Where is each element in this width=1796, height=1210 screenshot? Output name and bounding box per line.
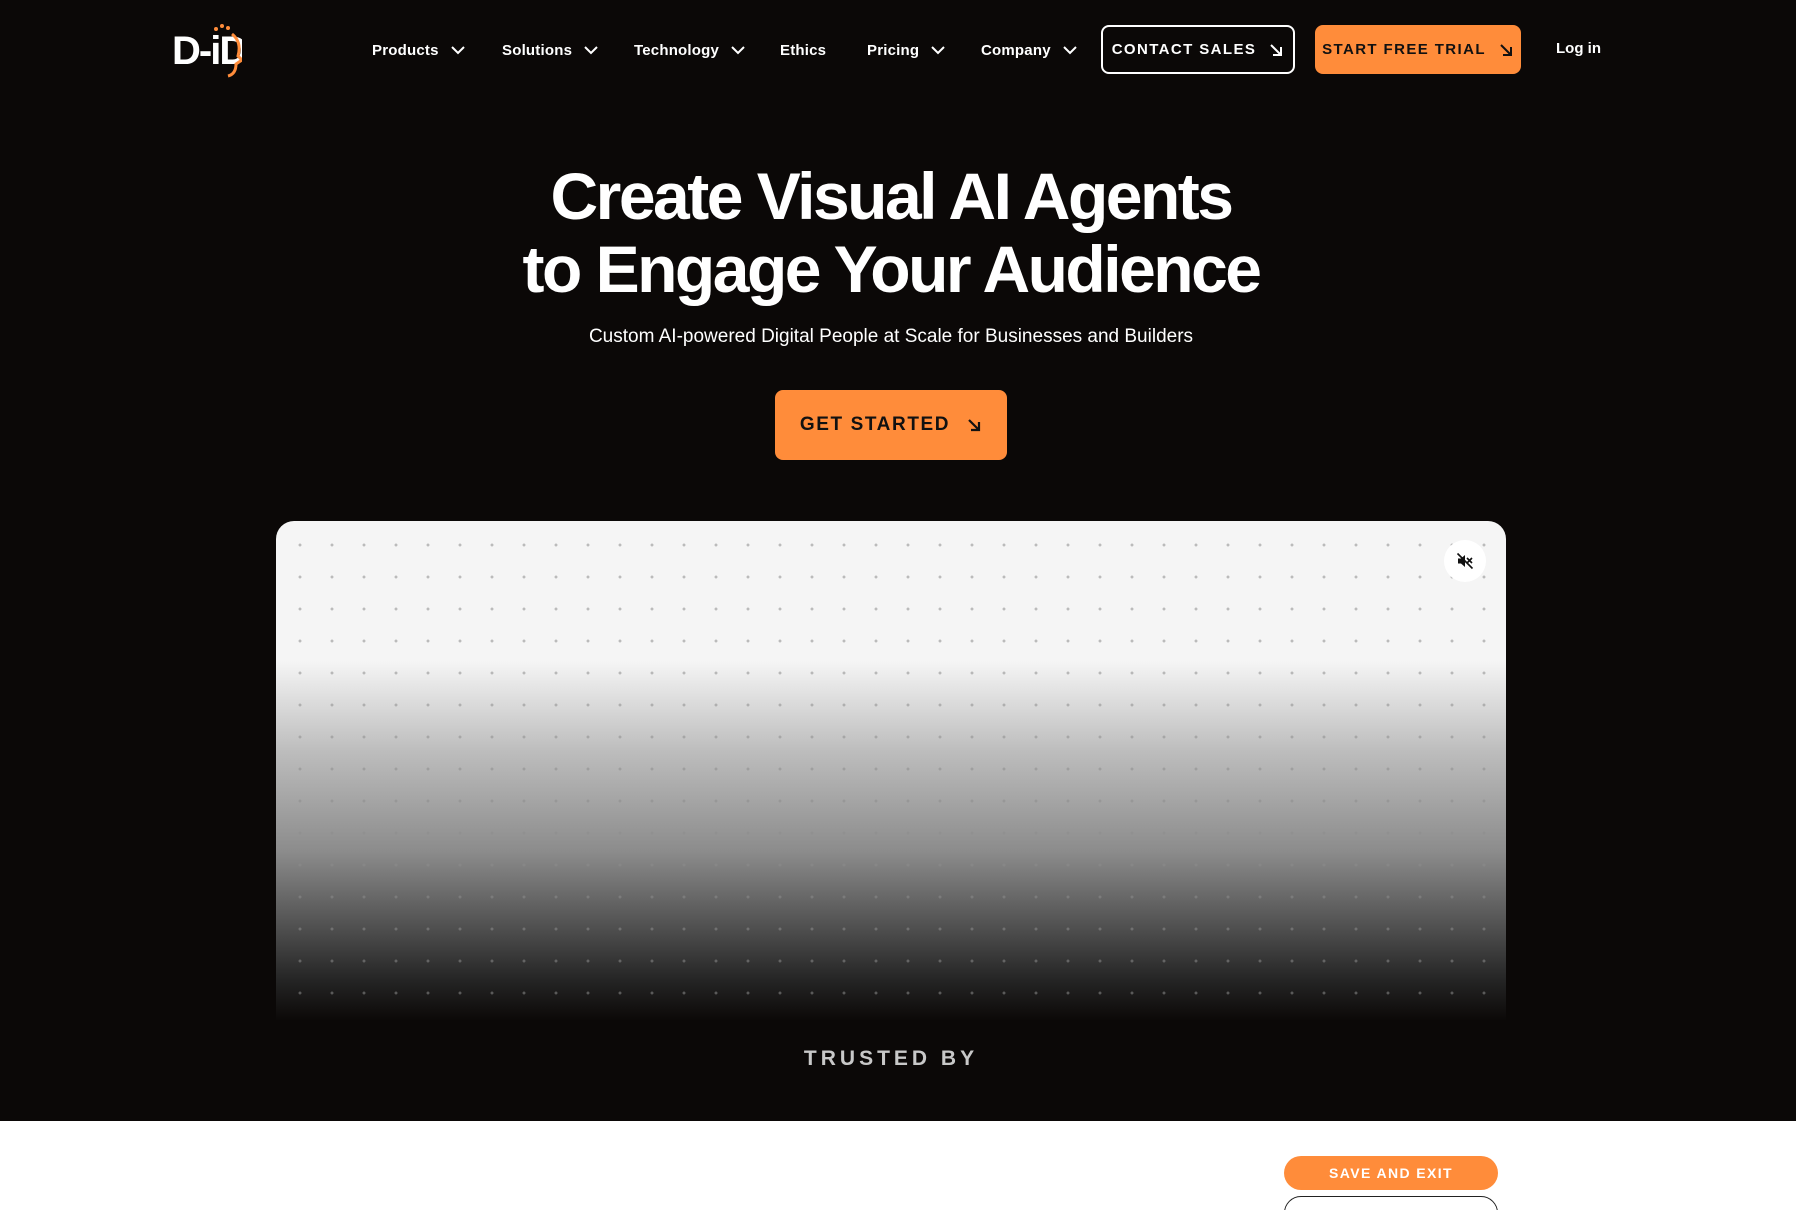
mute-button[interactable]	[1444, 540, 1486, 582]
arrow-down-right-icon	[1500, 43, 1512, 56]
hero-subtitle: Custom AI-powered Digital People at Scal…	[588, 326, 1194, 347]
secondary-floating-button[interactable]	[1284, 1196, 1498, 1210]
get-started-button[interactable]: GET STARTED	[775, 390, 1007, 460]
hero-title: Create Visual AI Agents to Engage Your A…	[0, 160, 1782, 306]
chevron-down-icon	[450, 46, 465, 55]
get-started-label: GET STARTED	[799, 414, 951, 435]
nav-solutions[interactable]: Solutions	[502, 38, 598, 62]
trusted-by-label: TRUSTED BY	[803, 1047, 979, 1070]
hero-title-line2: to Engage Your Audience	[522, 232, 1262, 306]
dot-grid-pattern	[276, 521, 1506, 1021]
chevron-down-icon	[731, 46, 745, 55]
chevron-down-icon	[1063, 46, 1077, 55]
speaker-muted-icon	[1456, 552, 1474, 570]
nav-pricing-label: Pricing	[867, 41, 920, 59]
nav-products-label: Products	[372, 41, 439, 59]
start-free-trial-label: START FREE TRIAL	[1322, 41, 1486, 58]
chevron-down-icon	[931, 46, 945, 55]
nav-solutions-label: Solutions	[502, 41, 573, 59]
main-nav: Products Solutions Technology Ethics Pri…	[0, 0, 1796, 100]
nav-technology-label: Technology	[634, 41, 720, 59]
arrow-down-right-icon	[1270, 43, 1283, 56]
contact-sales-label: CONTACT SALES	[1111, 41, 1257, 58]
hero-title-line1: Create Visual AI Agents	[550, 159, 1234, 233]
login-link[interactable]: Log in	[1556, 40, 1601, 57]
nav-pricing[interactable]: Pricing	[867, 38, 945, 62]
save-and-exit-button[interactable]: SAVE AND EXIT	[1284, 1156, 1498, 1190]
hero-video[interactable]	[276, 521, 1506, 1021]
start-free-trial-button[interactable]: START FREE TRIAL	[1315, 25, 1521, 74]
nav-company[interactable]: Company	[981, 38, 1077, 62]
nav-ethics[interactable]: Ethics	[780, 38, 826, 62]
nav-company-label: Company	[981, 41, 1051, 59]
chevron-down-icon	[584, 46, 598, 55]
nav-ethics-label: Ethics	[780, 41, 827, 59]
nav-technology[interactable]: Technology	[634, 38, 745, 62]
contact-sales-button[interactable]: CONTACT SALES	[1101, 25, 1295, 74]
arrow-down-right-icon	[968, 419, 981, 432]
nav-products[interactable]: Products	[372, 38, 465, 62]
